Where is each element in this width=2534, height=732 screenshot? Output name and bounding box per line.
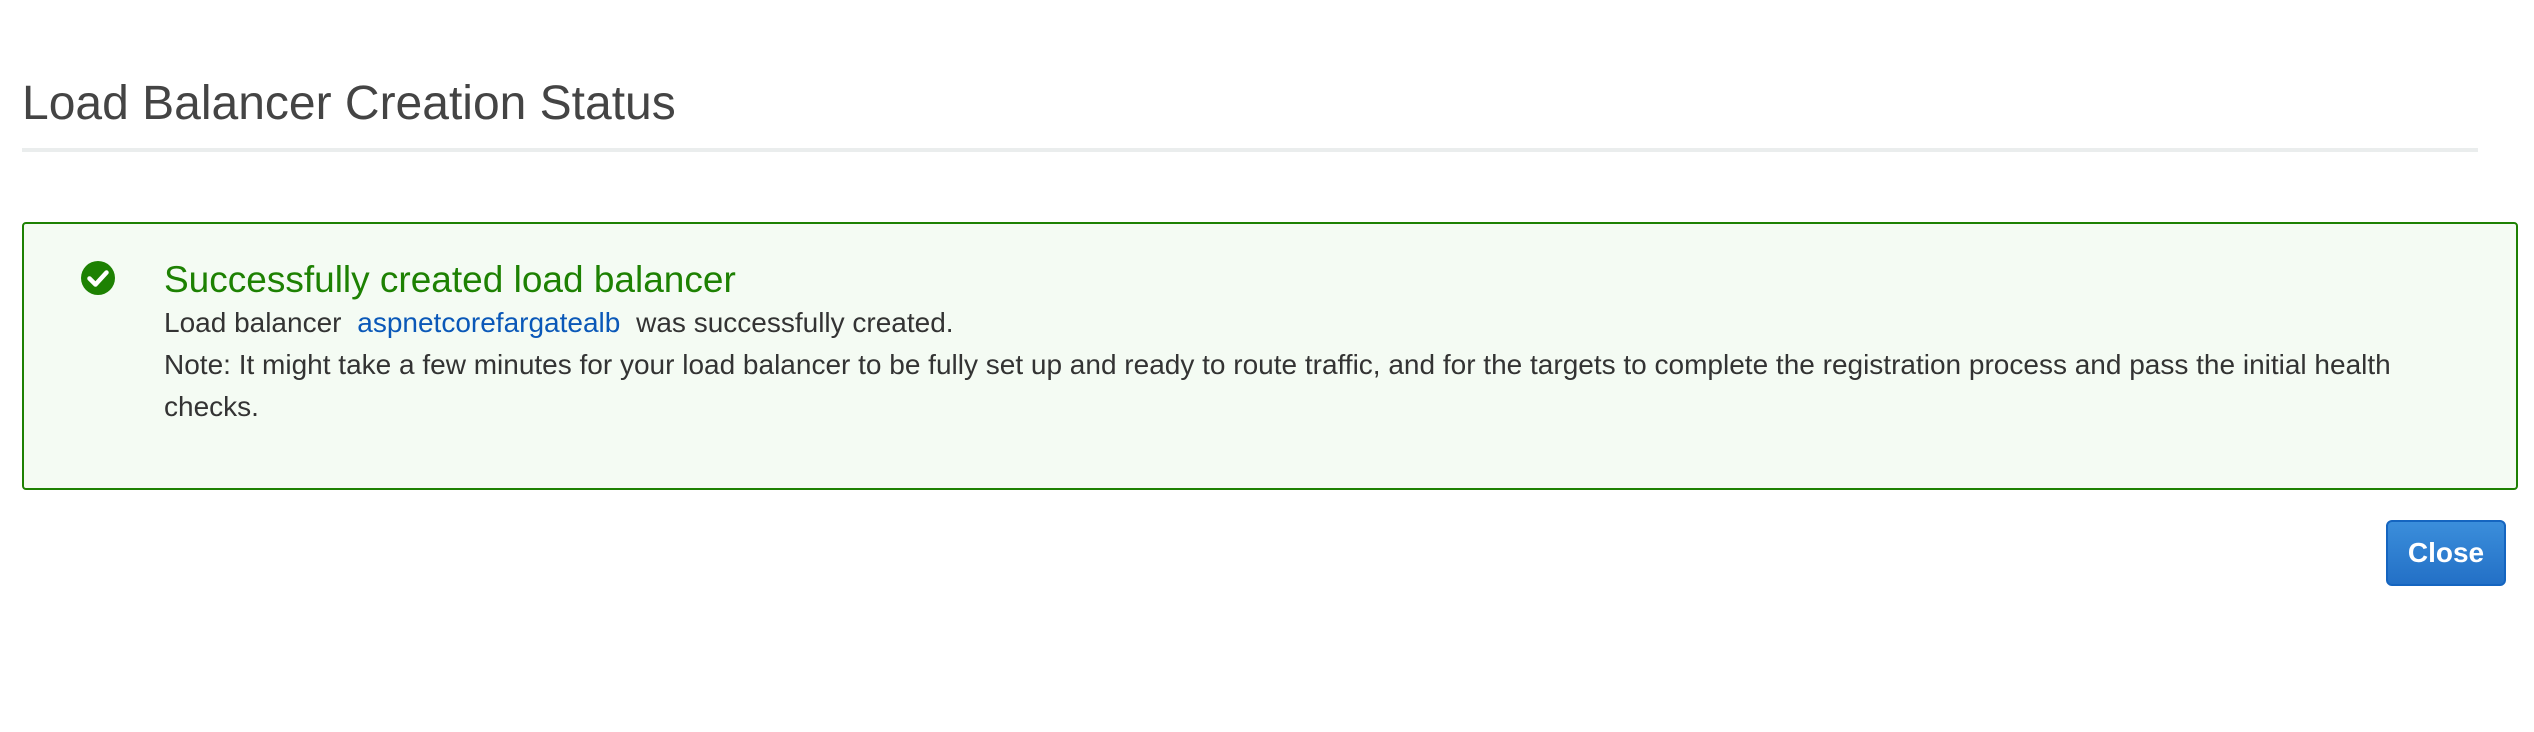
page-title: Load Balancer Creation Status xyxy=(22,77,676,130)
load-balancer-status-page: Load Balancer Creation Status Successful… xyxy=(0,0,2534,732)
alert-message-suffix: was successfully created. xyxy=(636,307,954,338)
alert-content: Successfully created load balancer Load … xyxy=(164,258,2456,428)
success-alert: Successfully created load balancer Load … xyxy=(22,222,2518,490)
alert-message-prefix: Load balancer xyxy=(164,307,342,338)
close-button[interactable]: Close xyxy=(2386,520,2506,586)
load-balancer-name-link[interactable]: aspnetcorefargatealb xyxy=(357,307,620,338)
alert-note: Note: It might take a few minutes for yo… xyxy=(164,349,2391,422)
check-circle-icon xyxy=(80,260,116,296)
alert-title: Successfully created load balancer xyxy=(164,259,736,300)
alert-message: Load balancer aspnetcorefargatealb was s… xyxy=(164,302,2456,344)
page-header: Load Balancer Creation Status xyxy=(22,72,2478,152)
